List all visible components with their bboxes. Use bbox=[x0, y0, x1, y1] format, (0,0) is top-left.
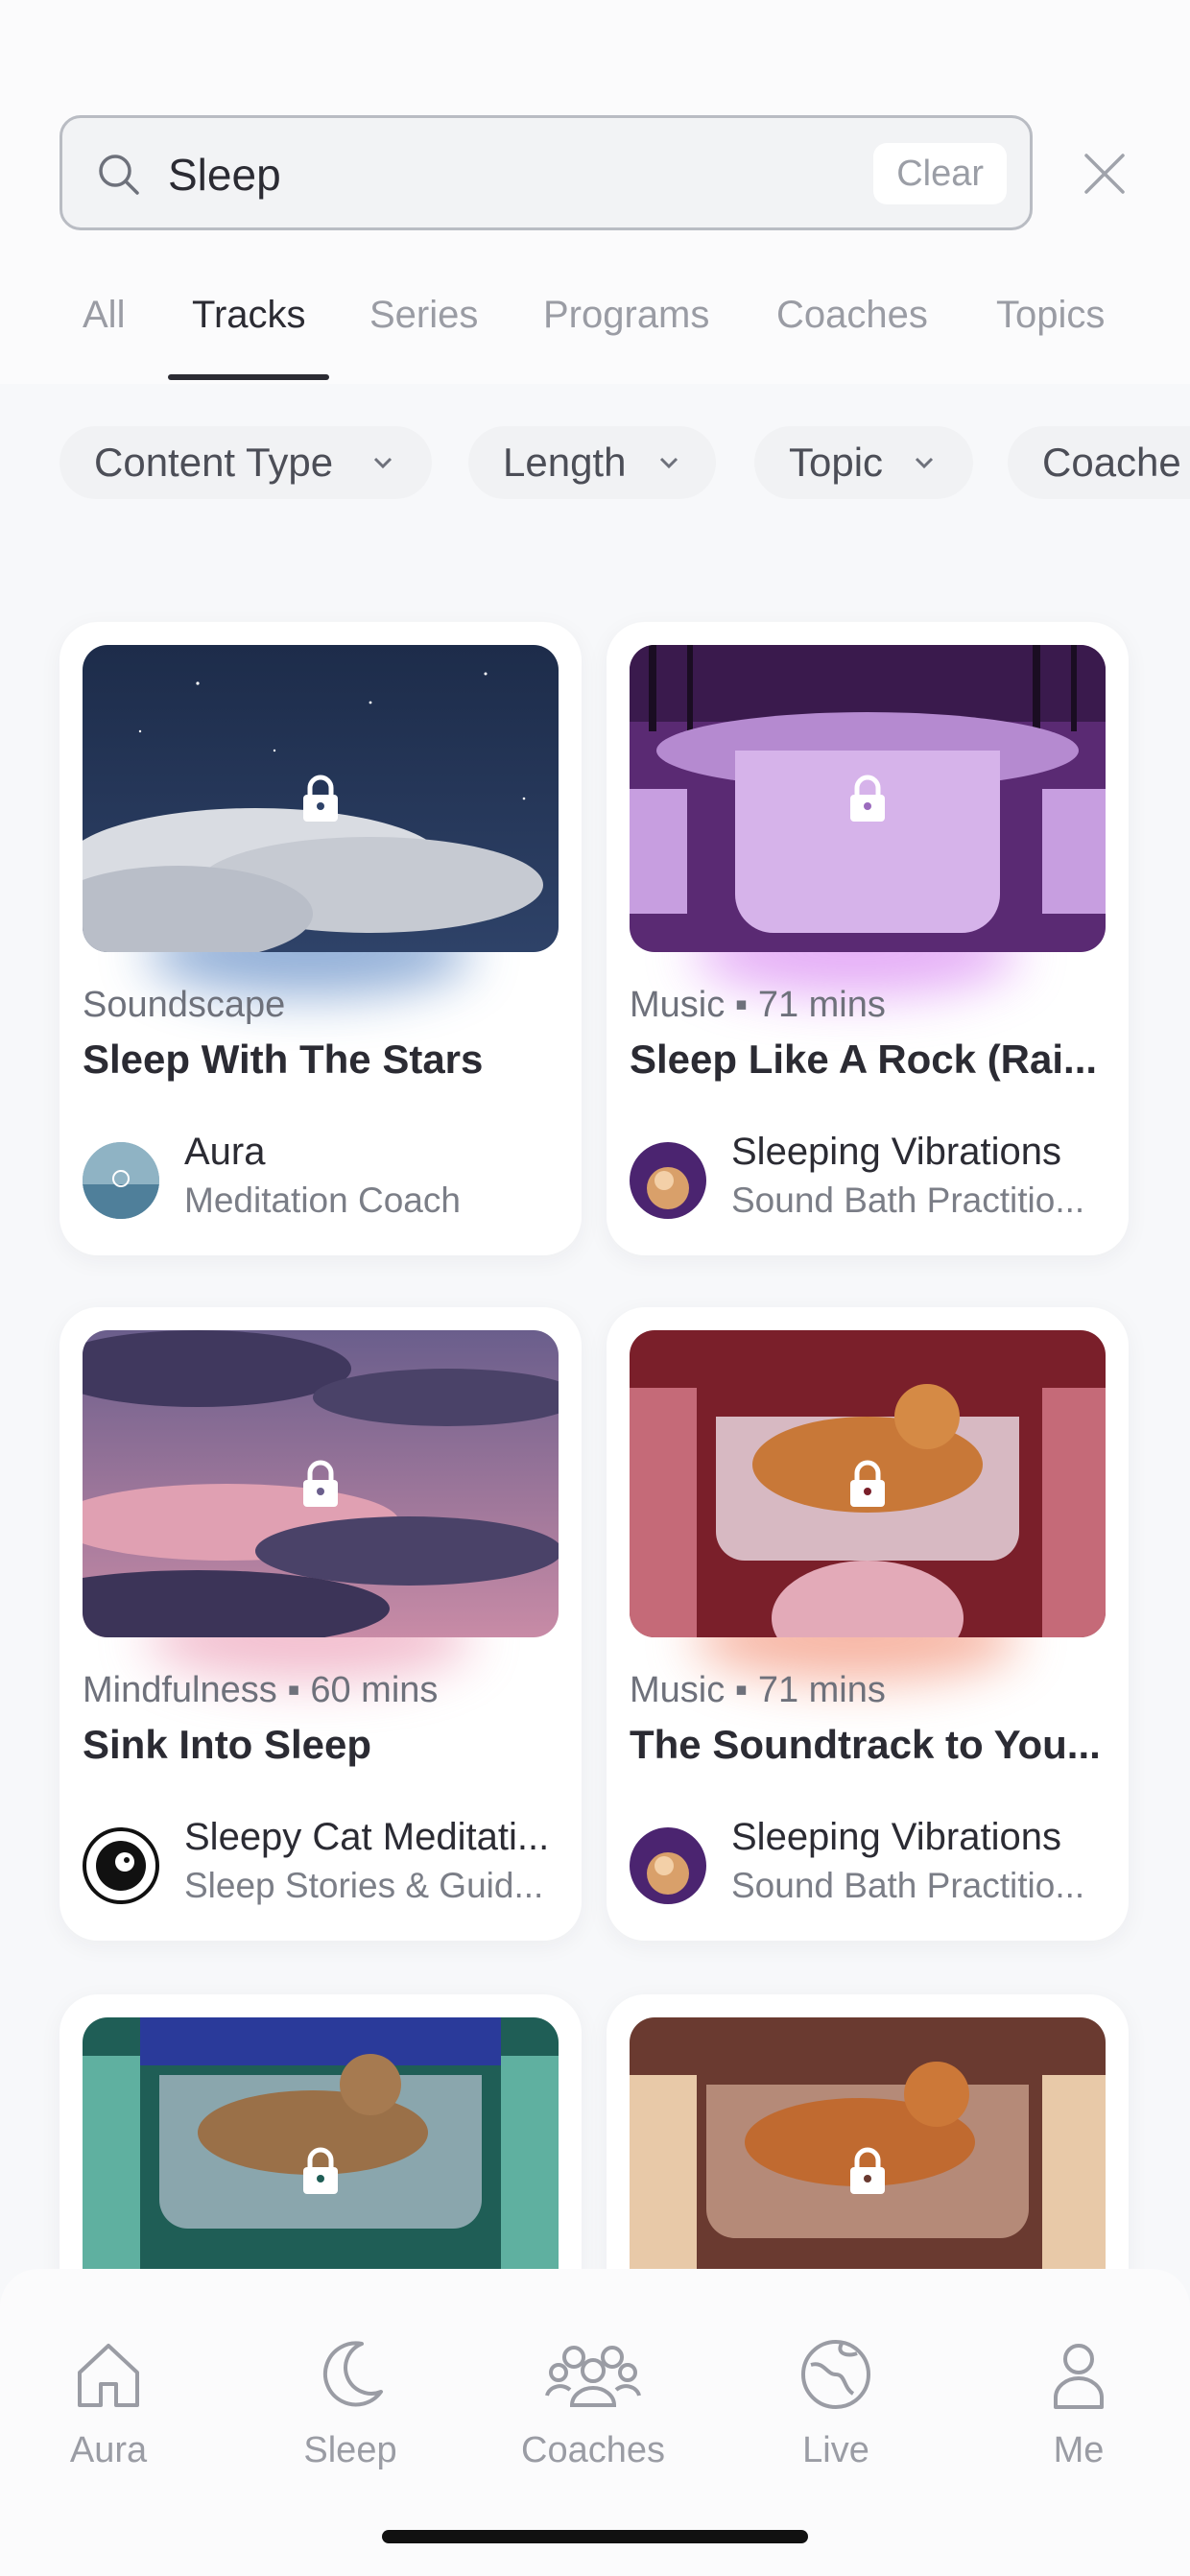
chevron-down-icon bbox=[373, 457, 393, 469]
tab-tracks[interactable]: Tracks bbox=[192, 294, 306, 337]
filter-length[interactable]: Length bbox=[468, 426, 716, 499]
nav-label: Coaches bbox=[521, 2430, 665, 2470]
coach-role: Sound Bath Practitio... bbox=[731, 1866, 1085, 1905]
clear-button[interactable]: Clear bbox=[873, 143, 1007, 204]
moon-icon bbox=[322, 2341, 383, 2407]
lock-icon bbox=[303, 775, 338, 822]
lock-icon bbox=[850, 1460, 885, 1507]
search-icon bbox=[99, 155, 139, 195]
track-meta: Music ▪ 71 mins bbox=[630, 985, 886, 1025]
track-card[interactable]: Mindfulness ▪ 60 mins Sink Into Sleep Sl… bbox=[60, 1307, 582, 1941]
coach-name: Sleepy Cat Meditati... bbox=[184, 1816, 550, 1858]
lock-icon bbox=[303, 2147, 338, 2194]
search-header: Sleep Clear All Tracks Series Programs C… bbox=[0, 0, 1190, 384]
filter-topic[interactable]: Topic bbox=[754, 426, 973, 499]
people-group-icon bbox=[545, 2346, 641, 2407]
filter-label: Topic bbox=[789, 440, 884, 485]
coach-name: Sleeping Vibrations bbox=[731, 1131, 1061, 1173]
chevron-down-icon bbox=[915, 457, 934, 469]
nav-label: Aura bbox=[69, 2430, 148, 2470]
filter-bar: Content Type Length Topic Coache bbox=[0, 426, 1190, 503]
track-card[interactable]: Soundscape Sleep With The Stars Aura Med… bbox=[60, 622, 582, 1255]
nav-live[interactable]: Live bbox=[740, 2336, 932, 2499]
filter-coaches[interactable]: Coache bbox=[1008, 426, 1190, 499]
tab-series[interactable]: Series bbox=[369, 294, 478, 337]
lock-icon bbox=[850, 2147, 885, 2194]
coach-name: Sleeping Vibrations bbox=[731, 1816, 1061, 1858]
coach-name: Aura bbox=[184, 1131, 266, 1173]
track-thumbnail bbox=[630, 1330, 1106, 1637]
chevron-down-icon bbox=[659, 457, 678, 469]
track-meta: Mindfulness ▪ 60 mins bbox=[83, 1670, 439, 1710]
nav-label: Me bbox=[1053, 2430, 1105, 2470]
track-meta: Soundscape bbox=[83, 985, 286, 1025]
track-thumbnail bbox=[83, 1330, 559, 1637]
nav-aura[interactable]: Aura bbox=[12, 2336, 204, 2499]
coach-role: Sleep Stories & Guid... bbox=[184, 1866, 544, 1905]
track-thumbnail bbox=[630, 645, 1106, 952]
coach-role: Meditation Coach bbox=[184, 1181, 461, 1220]
track-title: The Soundtrack to You... bbox=[630, 1722, 1101, 1767]
track-card[interactable]: Music ▪ 71 mins Sleep Like A Rock (Rai..… bbox=[607, 622, 1129, 1255]
home-icon bbox=[78, 2344, 139, 2407]
lock-icon bbox=[850, 775, 885, 822]
filter-content-type[interactable]: Content Type bbox=[60, 426, 432, 499]
nav-me[interactable]: Me bbox=[983, 2336, 1175, 2499]
nav-sleep[interactable]: Sleep bbox=[254, 2336, 446, 2499]
coach-avatar bbox=[83, 1827, 159, 1904]
track-thumbnail bbox=[83, 645, 559, 952]
home-indicator[interactable] bbox=[382, 2530, 808, 2543]
nav-label: Sleep bbox=[303, 2430, 397, 2470]
coach-avatar bbox=[83, 1142, 159, 1219]
result-tabs: All Tracks Series Programs Coaches Topic… bbox=[0, 278, 1190, 384]
search-input[interactable]: Sleep Clear bbox=[60, 115, 1033, 230]
filter-label: Content Type bbox=[94, 440, 334, 485]
person-icon bbox=[1054, 2344, 1104, 2409]
tab-all[interactable]: All bbox=[83, 294, 125, 337]
coach-role: Sound Bath Practitio... bbox=[731, 1181, 1085, 1220]
track-title: Sleep With The Stars bbox=[83, 1037, 484, 1082]
globe-icon bbox=[801, 2340, 870, 2409]
tab-topics[interactable]: Topics bbox=[996, 294, 1105, 337]
coach-avatar bbox=[630, 1827, 706, 1904]
track-card[interactable]: Music ▪ 71 mins The Soundtrack to You...… bbox=[607, 1307, 1129, 1941]
tab-coaches[interactable]: Coaches bbox=[776, 294, 928, 337]
filter-label: Length bbox=[503, 440, 627, 485]
lock-icon bbox=[303, 1460, 338, 1507]
close-icon[interactable] bbox=[1081, 150, 1129, 198]
track-title: Sleep Like A Rock (Rai... bbox=[630, 1037, 1098, 1082]
track-title: Sink Into Sleep bbox=[83, 1722, 372, 1767]
nav-label: Live bbox=[802, 2430, 869, 2470]
nav-coaches[interactable]: Coaches bbox=[497, 2336, 689, 2499]
search-query[interactable]: Sleep bbox=[168, 147, 281, 203]
track-meta: Music ▪ 71 mins bbox=[630, 1670, 886, 1710]
active-tab-indicator bbox=[168, 374, 329, 380]
coach-avatar bbox=[630, 1142, 706, 1219]
filter-label: Coache bbox=[1042, 440, 1181, 485]
tab-programs[interactable]: Programs bbox=[543, 294, 709, 337]
